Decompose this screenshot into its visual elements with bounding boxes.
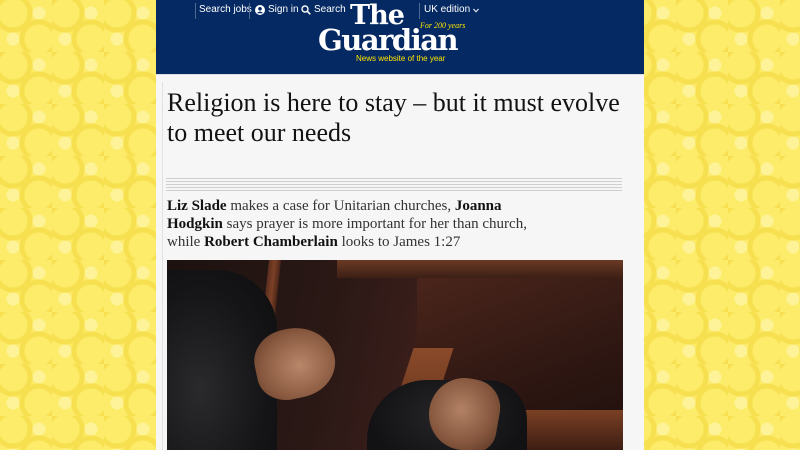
- guardian-logo[interactable]: The Guardian For 200 years News website …: [318, 1, 478, 70]
- section-divider-lines: [166, 178, 622, 193]
- user-icon: [255, 5, 265, 15]
- masthead: Search jobs Sign in Search UK edition Th…: [156, 0, 644, 74]
- article-standfirst: Liz Slade makes a case for Unitarian chu…: [167, 197, 557, 251]
- search-jobs-link[interactable]: Search jobs: [199, 3, 252, 17]
- image-pew-top: [337, 260, 623, 278]
- standfirst-text: makes a case for Unitarian churches,: [226, 198, 455, 214]
- sign-in-link[interactable]: Sign in: [255, 3, 299, 17]
- image-pew-front: [517, 410, 623, 450]
- sign-in-label: Sign in: [268, 4, 299, 15]
- contributor-name: Liz Slade: [167, 198, 227, 214]
- masthead-rule: [156, 74, 644, 75]
- logo-200-years-badge: For 200 years: [420, 21, 466, 30]
- standfirst-text: looks to James 1:27: [337, 234, 461, 250]
- logo-tagline: News website of the year: [356, 54, 446, 63]
- content-column-rule: [162, 82, 163, 450]
- search-jobs-label: Search jobs: [199, 4, 252, 15]
- search-icon: [301, 5, 311, 15]
- nav-divider: [195, 3, 196, 19]
- nav-divider: [249, 3, 250, 19]
- contributor-name: Robert Chamberlain: [204, 234, 338, 250]
- article-headline: Religion is here to stay – but it must e…: [167, 88, 620, 147]
- article-page: Search jobs Sign in Search UK edition Th…: [156, 0, 644, 450]
- article-main-image: [167, 260, 623, 450]
